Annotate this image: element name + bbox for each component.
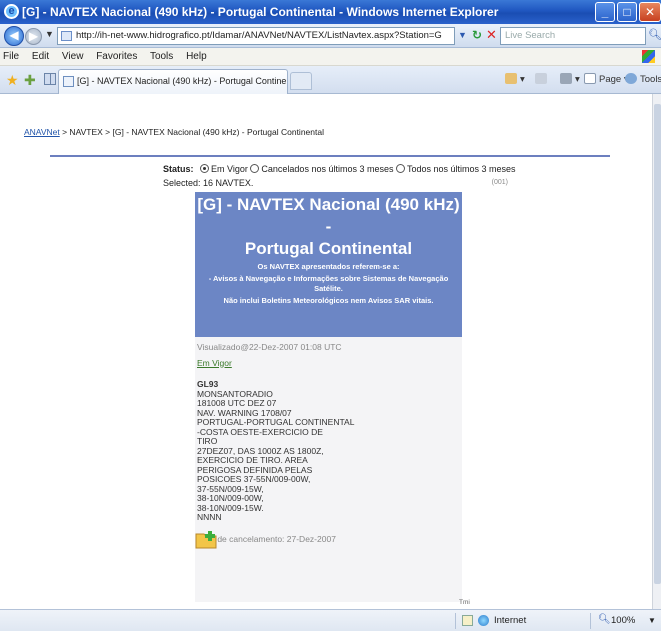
menu-bar: File Edit View Favorites Tools Help bbox=[0, 48, 661, 66]
stop-icon[interactable]: ✕ bbox=[486, 27, 497, 43]
page-icon bbox=[584, 73, 596, 84]
forward-button[interactable]: ▶ bbox=[25, 28, 42, 45]
print-icon bbox=[560, 73, 572, 84]
favorites-star-icon[interactable]: ★ bbox=[6, 72, 19, 89]
feeds-icon bbox=[535, 73, 547, 84]
add-favorite-icon[interactable]: ✚ bbox=[24, 72, 36, 89]
selected-count-code: (001) bbox=[491, 179, 508, 186]
status-page-icon bbox=[462, 615, 473, 626]
page-menu-button[interactable]: Page ▾ bbox=[584, 73, 629, 85]
page-icon bbox=[61, 31, 72, 41]
message-line: NNNN bbox=[197, 512, 222, 522]
menu-help[interactable]: Help bbox=[186, 51, 207, 62]
zoom-dropdown-icon[interactable]: ▼ bbox=[648, 616, 656, 625]
status-separator bbox=[455, 613, 456, 629]
panel-title-line1: [G] - NAVTEX Nacional (490 kHz) - bbox=[197, 195, 460, 236]
home-button[interactable]: ▾ bbox=[505, 73, 525, 85]
menu-favorites[interactable]: Favorites bbox=[96, 51, 137, 62]
menu-view[interactable]: View bbox=[62, 51, 84, 62]
page-viewport: ANAVNet > NAVTEX > [G] - NAVTEX Nacional… bbox=[0, 94, 652, 609]
panel-note-line1: Os NAVTEX apresentados referem-se a: bbox=[257, 262, 400, 271]
status-bar: Internet 🔍︎ 100% ▼ bbox=[0, 609, 661, 631]
url-text: http://ih-net-www.hidrografico.pt/Idamar… bbox=[76, 30, 442, 41]
url-input[interactable]: http://ih-net-www.hidrografico.pt/Idamar… bbox=[57, 27, 455, 45]
radio-em-vigor-label[interactable]: Em Vigor bbox=[211, 164, 248, 174]
scrollbar-thumb[interactable] bbox=[654, 104, 661, 584]
tab-bar: ★ ✚ [G] - NAVTEX Nacional (490 kHz) - Po… bbox=[0, 66, 661, 94]
menu-file[interactable]: File bbox=[3, 51, 19, 62]
tab-page-icon bbox=[63, 76, 74, 87]
home-icon bbox=[505, 73, 517, 84]
vertical-scrollbar[interactable] bbox=[652, 94, 661, 609]
back-button[interactable]: ◀ bbox=[4, 26, 24, 46]
refresh-icon[interactable]: ↻ bbox=[472, 28, 482, 42]
window-title: [G] - NAVTEX Nacional (490 kHz) - Portug… bbox=[22, 5, 499, 19]
panel-note-line3: Não inclui Boletins Meteorológicos nem A… bbox=[223, 296, 434, 305]
panel-header: [G] - NAVTEX Nacional (490 kHz) - Portug… bbox=[195, 192, 462, 337]
panel-note-line2: - Avisos à Navegação e Informações sobre… bbox=[208, 274, 449, 293]
footer-mark: Tmi bbox=[459, 599, 470, 606]
tab-active[interactable]: [G] - NAVTEX Nacional (490 kHz) - Portug… bbox=[58, 69, 288, 94]
search-icon[interactable]: 🔍︎ bbox=[648, 28, 661, 41]
breadcrumb-anavnet-link[interactable]: ANAVNet bbox=[24, 127, 60, 137]
message-line: 38-10N/009-15W. bbox=[197, 502, 264, 513]
internet-zone-icon bbox=[478, 615, 489, 626]
selected-text: Selected: 16 NAVTEX. bbox=[163, 178, 254, 188]
panel-title-line2: Portugal Continental bbox=[244, 239, 413, 258]
message-line: -COSTA OESTE-EXERCICIO DE bbox=[197, 426, 323, 437]
tab-label: [G] - NAVTEX Nacional (490 kHz) - Portug… bbox=[77, 76, 288, 86]
breadcrumb: ANAVNet > NAVTEX > [G] - NAVTEX Nacional… bbox=[24, 127, 324, 137]
radio-todos-label[interactable]: Todos nos últimos 3 meses bbox=[407, 164, 516, 174]
ie-logo-icon: e bbox=[4, 4, 19, 19]
radio-em-vigor[interactable] bbox=[200, 164, 210, 173]
message-content: Visualizado@22-Dez-2007 01:08 UTC Em Vig… bbox=[195, 337, 462, 544]
gear-icon bbox=[625, 73, 637, 84]
new-tab-button[interactable] bbox=[290, 72, 312, 90]
quick-tabs-icon[interactable] bbox=[44, 73, 56, 85]
breadcrumb-rest: > NAVTEX > [G] - NAVTEX Nacional (490 kH… bbox=[59, 127, 324, 137]
url-dropdown-icon[interactable]: ▼ bbox=[458, 30, 467, 40]
radio-cancelados[interactable] bbox=[250, 164, 260, 173]
tools-menu-button[interactable]: Tools bbox=[625, 73, 661, 85]
status-filter: Status: Em Vigor Cancelados nos últimos … bbox=[163, 164, 516, 174]
folder-add-icon[interactable] bbox=[195, 530, 219, 550]
radio-todos[interactable] bbox=[396, 164, 405, 173]
status-link[interactable]: Em Vigor bbox=[197, 358, 232, 369]
navtex-panel: [G] - NAVTEX Nacional (490 kHz) - Portug… bbox=[195, 192, 462, 602]
page-menu-label: Page bbox=[599, 74, 622, 85]
search-input[interactable]: Live Search bbox=[500, 27, 646, 45]
recent-pages-dropdown-icon[interactable]: ▼ bbox=[45, 29, 54, 39]
maximize-button[interactable]: □ bbox=[617, 2, 637, 22]
zoom-icon[interactable]: 🔍︎ bbox=[598, 614, 611, 625]
viewed-timestamp: Visualizado@22-Dez-2007 01:08 UTC bbox=[197, 342, 342, 352]
search-placeholder: Live Search bbox=[505, 30, 556, 41]
status-separator bbox=[590, 613, 591, 629]
feeds-button[interactable] bbox=[535, 73, 550, 85]
cancel-date: Data de cancelamento: 27-Dez-2007 bbox=[197, 533, 336, 544]
zoom-level[interactable]: 100% bbox=[611, 615, 635, 626]
selected-count: Selected: 16 NAVTEX. (001) bbox=[163, 178, 508, 188]
close-button[interactable]: ✕ bbox=[639, 2, 661, 22]
window-title-bar: e [G] - NAVTEX Nacional (490 kHz) - Port… bbox=[0, 0, 661, 24]
menu-tools[interactable]: Tools bbox=[150, 51, 173, 62]
divider bbox=[50, 155, 610, 157]
radio-cancelados-label[interactable]: Cancelados nos últimos 3 meses bbox=[261, 164, 393, 174]
windows-flag-icon bbox=[642, 50, 655, 63]
status-label: Status: bbox=[163, 164, 194, 174]
address-bar: ◀ ▶ ▼ http://ih-net-www.hidrografico.pt/… bbox=[0, 24, 661, 48]
print-button[interactable]: ▾ bbox=[560, 73, 580, 85]
minimize-button[interactable]: _ bbox=[595, 2, 615, 22]
tools-menu-label: Tools bbox=[640, 74, 661, 85]
navtex-message: GL93 MONSANTORADIO 181008 UTC DEZ 07 NAV… bbox=[197, 379, 460, 523]
security-zone: Internet bbox=[494, 615, 527, 626]
menu-edit[interactable]: Edit bbox=[32, 51, 49, 62]
